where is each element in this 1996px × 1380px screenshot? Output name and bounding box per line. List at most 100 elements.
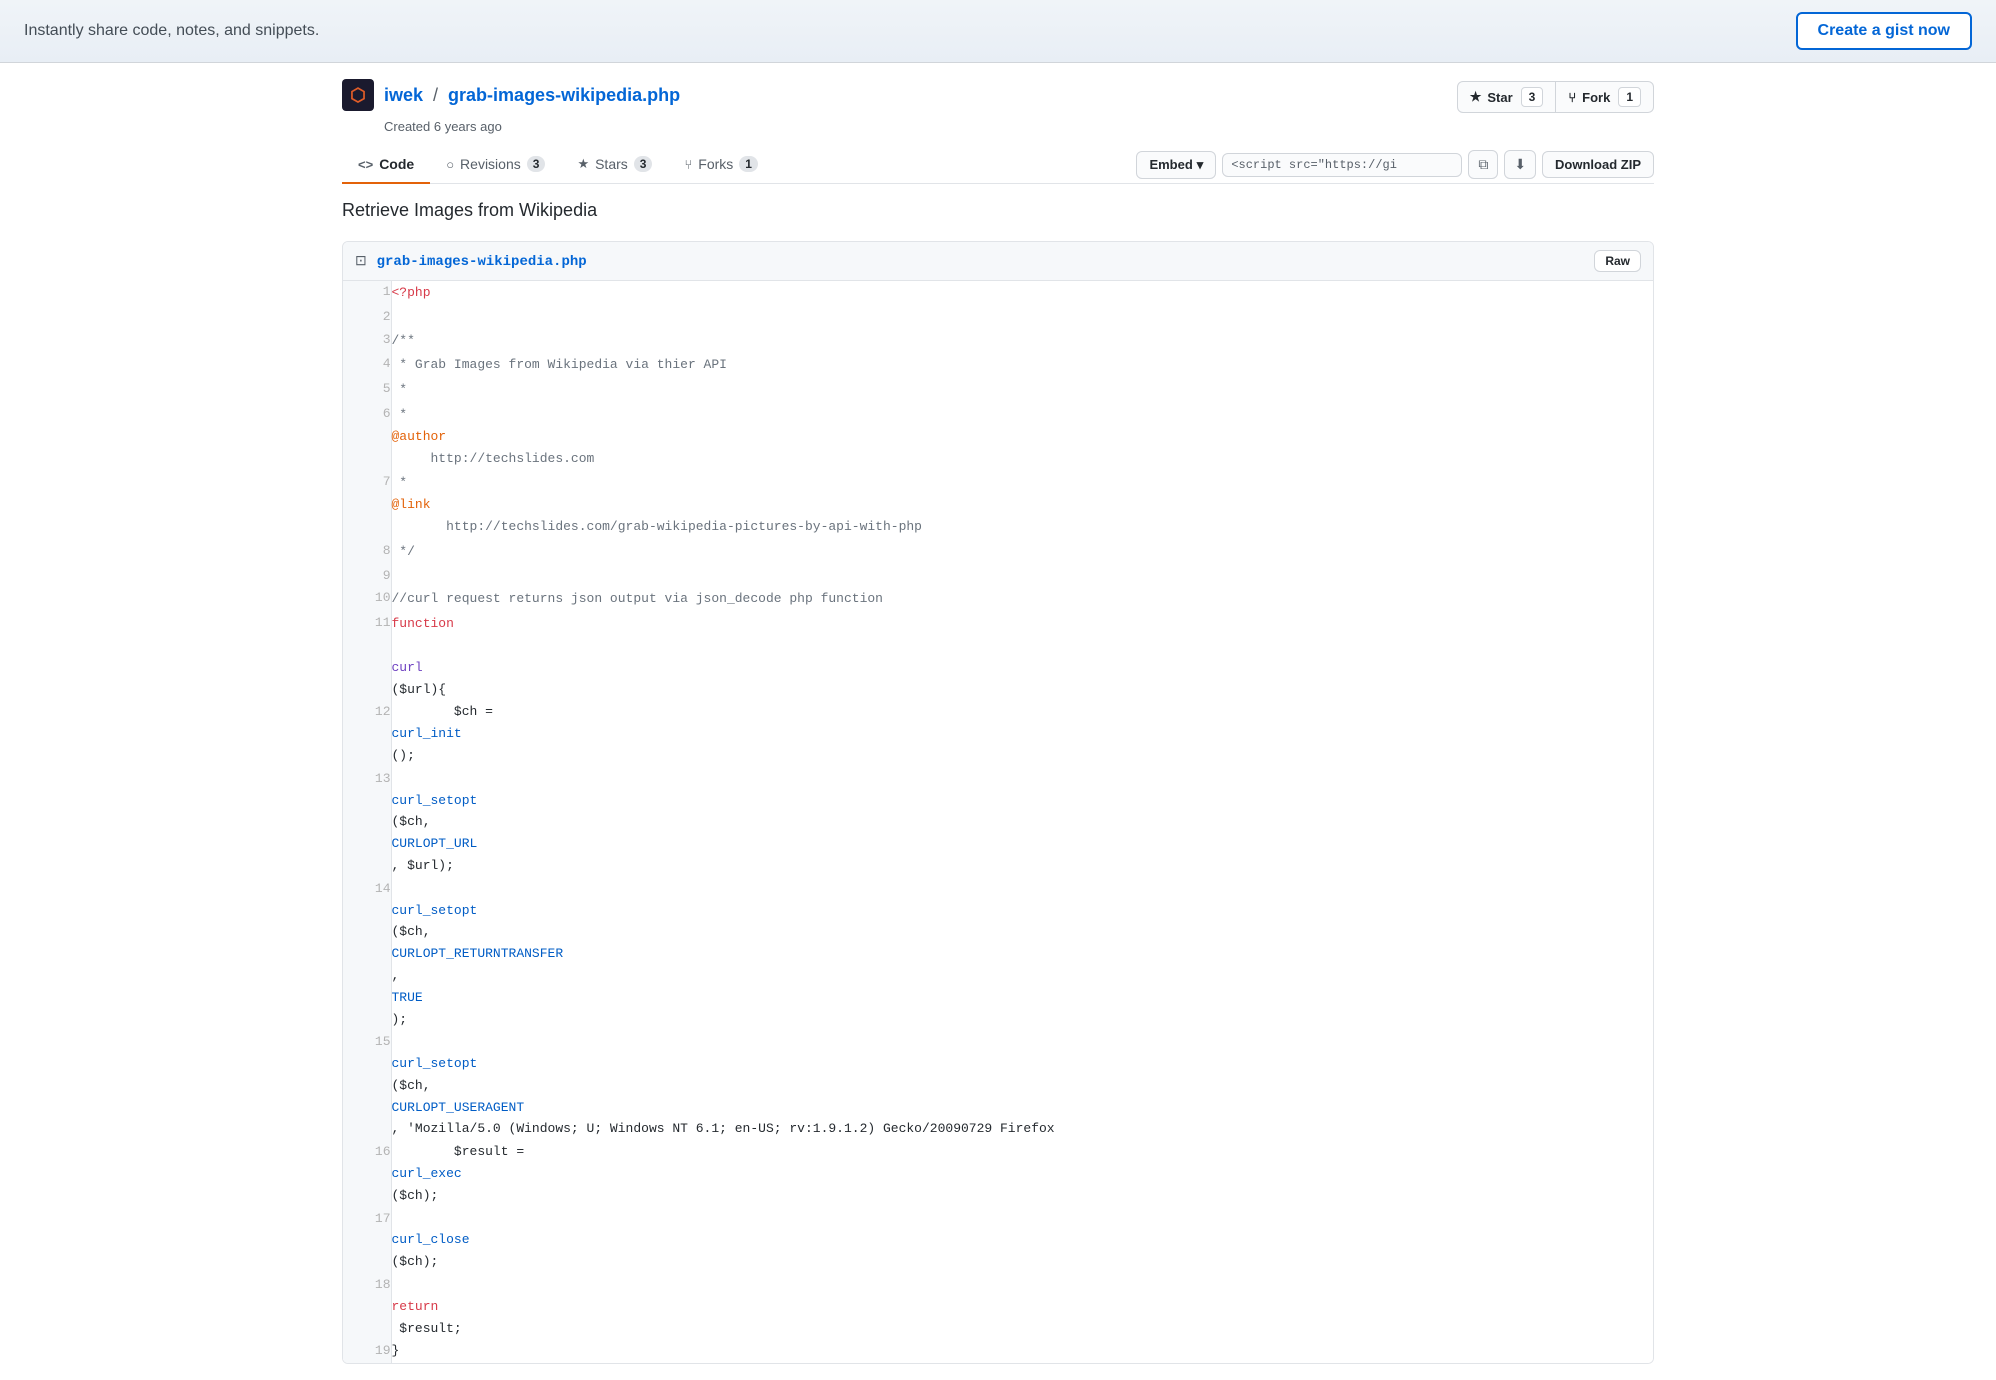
line-number: 1 [343,281,391,306]
tab-revisions[interactable]: ○ Revisions 3 [430,146,561,184]
code-tab-icon: <> [358,157,373,172]
code-line: * [391,378,1653,403]
code-file-info: ⊡ grab-images-wikipedia.php [355,252,587,270]
table-row: 10 //curl request returns json output vi… [343,587,1653,612]
code-line: curl_close($ch); [391,1208,1653,1274]
line-number: 4 [343,353,391,378]
code-line: $result = curl_exec($ch); [391,1141,1653,1207]
copy-icon: ⧉ [1478,156,1488,172]
code-line: $ch = curl_init(); [391,701,1653,767]
line-number: 2 [343,306,391,329]
line-number: 11 [343,612,391,701]
table-row: 14 curl_setopt($ch, CURLOPT_RETURNTRANSF… [343,878,1653,1032]
code-line: curl_setopt($ch, CURLOPT_RETURNTRANSFER,… [391,878,1653,1032]
revisions-count: 3 [527,156,546,172]
revisions-tab-icon: ○ [446,157,454,172]
code-line: return $result; [391,1274,1653,1340]
line-number: 15 [343,1031,391,1141]
table-row: 5 * [343,378,1653,403]
tabs-toolbar: Embed ▾ ⧉ ⬇ Download ZIP [1136,150,1654,179]
code-block: ⊡ grab-images-wikipedia.php Raw 1 <?php … [342,241,1654,1364]
code-line: curl_setopt($ch, CURLOPT_URL, $url); [391,768,1653,878]
gist-header: ⬡ iwek / grab-images-wikipedia.php [342,79,680,111]
star-icon: ★ [1470,89,1482,105]
tabs-bar: <> Code ○ Revisions 3 ★ Stars 3 ⑂ Forks … [342,146,1654,184]
line-number: 18 [343,1274,391,1340]
line-number: 12 [343,701,391,767]
table-row: 17 curl_close($ch); [343,1208,1653,1274]
raw-button[interactable]: Raw [1594,250,1641,272]
code-line: * Grab Images from Wikipedia via thier A… [391,353,1653,378]
table-row: 16 $result = curl_exec($ch); [343,1141,1653,1207]
line-number: 9 [343,565,391,588]
line-number: 8 [343,540,391,565]
table-row: 3 /** [343,329,1653,354]
fork-count: 1 [1618,87,1641,107]
code-line: curl_setopt($ch, CURLOPT_USERAGENT, 'Moz… [391,1031,1653,1141]
gist-title-row: ⬡ iwek / grab-images-wikipedia.php ★ Sta… [342,79,1654,115]
line-number: 3 [343,329,391,354]
table-row: 15 curl_setopt($ch, CURLOPT_USERAGENT, '… [343,1031,1653,1141]
table-row: 12 $ch = curl_init(); [343,701,1653,767]
stars-count: 3 [634,156,653,172]
star-label: Star [1487,90,1512,105]
star-button[interactable]: ★ Star 3 [1457,81,1557,113]
table-row: 2 [343,306,1653,329]
code-table: 1 <?php 2 3 /** 4 * Grab Images from Wik… [343,281,1653,1363]
line-number: 19 [343,1340,391,1363]
gist-sep: / [433,85,438,106]
tab-forks[interactable]: ⑂ Forks 1 [668,146,774,184]
gist-filename-link[interactable]: grab-images-wikipedia.php [448,85,680,106]
code-line: * @author http://techslides.com [391,403,1653,471]
tab-stars[interactable]: ★ Stars 3 [561,146,668,184]
embed-label: Embed [1149,157,1192,172]
download-icon-button[interactable]: ⬇ [1504,150,1536,179]
file-icon: ⊡ [355,252,367,268]
gist-owner-link[interactable]: iwek [384,85,423,106]
tab-revisions-label: Revisions [460,156,521,172]
stars-tab-icon: ★ [577,156,589,172]
tab-forks-label: Forks [698,156,733,172]
code-block-header: ⊡ grab-images-wikipedia.php Raw [343,242,1653,281]
line-number: 5 [343,378,391,403]
embed-code-input[interactable] [1222,153,1462,177]
table-row: 8 */ [343,540,1653,565]
code-line: function curl($url){ [391,612,1653,701]
tab-code[interactable]: <> Code [342,146,430,184]
line-number: 10 [343,587,391,612]
table-row: 13 curl_setopt($ch, CURLOPT_URL, $url); [343,768,1653,878]
code-line: */ [391,540,1653,565]
top-bar: Instantly share code, notes, and snippet… [0,0,1996,63]
main-content: ⬡ iwek / grab-images-wikipedia.php ★ Sta… [318,63,1678,1380]
forks-count: 1 [739,156,758,172]
create-gist-button[interactable]: Create a gist now [1796,12,1972,50]
code-filename-link[interactable]: grab-images-wikipedia.php [377,254,587,270]
table-row: 4 * Grab Images from Wikipedia via thier… [343,353,1653,378]
table-row: 7 * @link http://techslides.com/grab-wik… [343,471,1653,539]
fork-label: Fork [1582,90,1610,105]
tab-code-label: Code [379,156,414,172]
tab-stars-label: Stars [595,156,628,172]
line-number: 6 [343,403,391,471]
gist-description: Retrieve Images from Wikipedia [342,200,1654,221]
gist-meta: Created 6 years ago [384,119,1654,134]
fork-icon: ⑂ [1568,90,1576,105]
embed-button[interactable]: Embed ▾ [1136,151,1216,179]
download-icon: ⬇ [1514,156,1526,172]
avatar: ⬡ [342,79,374,111]
line-number: 17 [343,1208,391,1274]
code-line: //curl request returns json output via j… [391,587,1653,612]
fork-button[interactable]: ⑂ Fork 1 [1556,81,1654,113]
code-line [391,306,1653,329]
code-line [391,565,1653,588]
tagline: Instantly share code, notes, and snippet… [24,22,319,40]
embed-chevron-icon: ▾ [1197,157,1204,173]
download-zip-button[interactable]: Download ZIP [1542,151,1654,178]
gist-actions: ★ Star 3 ⑂ Fork 1 [1457,81,1654,113]
line-number: 16 [343,1141,391,1207]
copy-button[interactable]: ⧉ [1468,150,1498,179]
code-line: /** [391,329,1653,354]
line-number: 7 [343,471,391,539]
table-row: 11 function curl($url){ [343,612,1653,701]
table-row: 18 return $result; [343,1274,1653,1340]
